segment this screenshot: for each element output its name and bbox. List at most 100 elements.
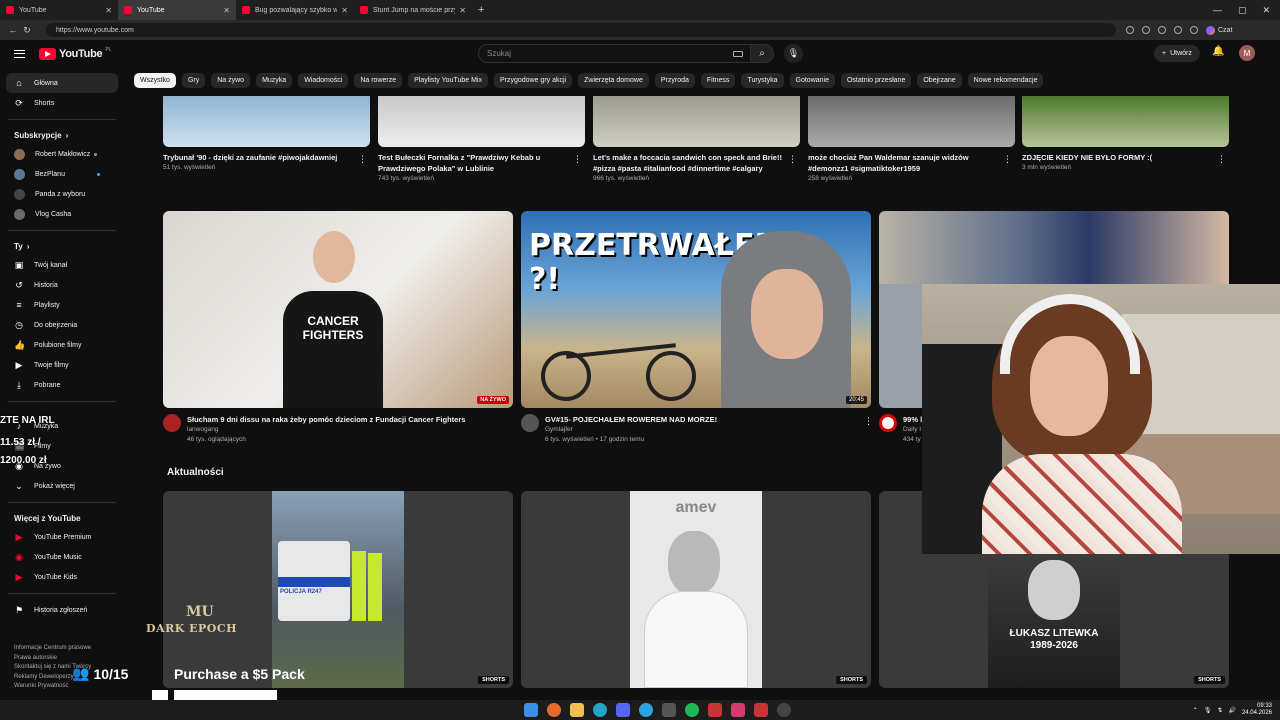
search-input[interactable]: Szukaj xyxy=(478,44,752,63)
video-thumbnail[interactable] xyxy=(163,96,370,147)
filter-chip[interactable]: Zwierzęta domowe xyxy=(578,73,649,88)
browser-tab[interactable]: YouTube ✕ xyxy=(0,0,118,20)
copilot-button[interactable]: Czat xyxy=(1206,25,1232,35)
notifications-bell-icon[interactable]: 🔔 xyxy=(1212,46,1224,57)
filter-chip[interactable]: Fitness xyxy=(700,73,736,88)
sidebar-item-playlists[interactable]: ≡ Playlisty xyxy=(0,295,124,315)
more-options-icon[interactable]: ⋮ xyxy=(1217,154,1226,165)
filter-chip[interactable]: Na rowerze xyxy=(354,73,403,88)
subscriptions-header[interactable]: Subskrypcje › xyxy=(0,126,124,144)
extension-icon[interactable] xyxy=(1142,26,1150,34)
app-icon[interactable] xyxy=(754,703,768,717)
account-avatar[interactable]: M xyxy=(1239,45,1255,61)
video-card[interactable]: GV#15- POJECHAŁEM ROWEREM NAD MORZE! Gym… xyxy=(545,414,845,445)
video-thumbnail[interactable] xyxy=(1022,96,1229,147)
app-icon[interactable] xyxy=(731,703,745,717)
sidebar-item-home[interactable]: ⌂ Główna xyxy=(6,73,118,93)
more-options-icon[interactable]: ⋮ xyxy=(864,416,873,427)
maximize-icon[interactable]: ▢ xyxy=(1238,5,1247,16)
filter-chip[interactable]: Muzyka xyxy=(256,73,293,88)
sidebar-item-history[interactable]: ↺ Historia xyxy=(0,275,124,295)
browser-tab-active[interactable]: YouTube ✕ xyxy=(118,0,236,20)
filter-chip[interactable]: Gotowanie xyxy=(789,73,835,88)
browser-tab[interactable]: Stunt Jump na moście przy zabłoc✕ xyxy=(354,0,472,20)
folder-icon[interactable] xyxy=(570,703,584,717)
video-card[interactable]: 99% l Daily I 434 ty xyxy=(903,414,923,445)
browser-tab[interactable]: Bug pozwalający szybko wejść na✕ xyxy=(236,0,354,20)
extension-icon[interactable] xyxy=(1158,26,1166,34)
minimize-icon[interactable]: — xyxy=(1213,5,1222,16)
sidebar-item-your-videos[interactable]: ▶ Twoje filmy xyxy=(0,355,124,375)
profile-icon[interactable] xyxy=(1190,26,1198,34)
sidebar-item-downloads[interactable]: ⤓ Pobrane xyxy=(0,375,124,395)
back-icon[interactable]: ← xyxy=(6,25,20,35)
app-icon[interactable] xyxy=(662,703,676,717)
filter-chip[interactable]: Playlisty YouTube Mix xyxy=(408,73,488,88)
firefox-icon[interactable] xyxy=(547,703,561,717)
url-field[interactable]: https://www.youtube.com xyxy=(46,23,1116,37)
close-icon[interactable]: ✕ xyxy=(223,6,230,15)
video-card[interactable]: ZDJĘCIE KIEDY NIE BYŁO FORMY :(3 mln wyś… xyxy=(1022,152,1212,173)
search-button[interactable]: ⌕ xyxy=(750,44,774,63)
channel-avatar[interactable] xyxy=(879,414,897,432)
filter-chip[interactable]: Wiadomości xyxy=(298,73,349,88)
filter-chip[interactable]: Nowe rekomendacje xyxy=(967,73,1044,88)
filter-chip[interactable]: Turystyka xyxy=(741,73,784,88)
filter-chip[interactable]: Przyroda xyxy=(654,73,695,88)
menu-icon[interactable] xyxy=(14,50,25,58)
sidebar-item-report-history[interactable]: ⚑ Historia zgłoszeń xyxy=(0,600,124,620)
channel-avatar[interactable] xyxy=(521,414,539,432)
youtube-logo[interactable]: YouTube PL xyxy=(39,47,111,60)
sidebar-item-subscription[interactable]: BezPlanu xyxy=(0,164,124,184)
sidebar-item-subscription[interactable]: Robert Makłowicz xyxy=(0,144,124,164)
close-icon[interactable]: ✕ xyxy=(341,6,348,15)
sidebar-item-subscription[interactable]: Panda z wyboru xyxy=(0,184,124,204)
sidebar-item-youtube-kids[interactable]: ▶ YouTube Kids xyxy=(0,567,124,587)
sidebar-show-more[interactable]: ⌄ Pokaż więcej xyxy=(0,476,124,496)
video-thumbnail[interactable] xyxy=(879,211,1229,284)
network-icon[interactable]: ⇅ xyxy=(1217,707,1222,714)
sidebar-item-your-channel[interactable]: ▣ Twój kanał xyxy=(0,255,124,275)
new-tab-button[interactable]: + xyxy=(478,4,484,16)
spotify-icon[interactable] xyxy=(685,703,699,717)
clock[interactable]: 09:33 24.04.2026 xyxy=(1242,703,1272,717)
keyboard-icon[interactable] xyxy=(733,50,743,57)
you-header[interactable]: Ty › xyxy=(0,237,124,255)
sidebar-item-subscription[interactable]: Vlog Casha xyxy=(0,204,124,224)
obs-icon[interactable] xyxy=(777,703,791,717)
more-options-icon[interactable]: ⋮ xyxy=(358,154,367,165)
filter-chip[interactable]: Wszystko xyxy=(134,73,176,88)
filter-chip[interactable]: Na żywo xyxy=(211,73,251,88)
more-options-icon[interactable]: ⋮ xyxy=(573,154,582,165)
chevron-up-icon[interactable]: ⌃ xyxy=(1193,707,1198,714)
microphone-icon[interactable]: 🎙 xyxy=(1204,707,1212,714)
favorites-icon[interactable] xyxy=(1174,26,1182,34)
extension-icon[interactable] xyxy=(1126,26,1134,34)
video-thumbnail[interactable] xyxy=(808,96,1015,147)
more-options-icon[interactable]: ⋮ xyxy=(788,154,797,165)
video-card[interactable]: Słucham 9 dni dissu na raka żeby pomóc d… xyxy=(187,414,487,445)
channel-avatar[interactable] xyxy=(163,414,181,432)
more-options-icon[interactable]: ⋮ xyxy=(1003,154,1012,165)
filter-chip[interactable]: Ostatnio przesłane xyxy=(840,73,912,88)
volume-icon[interactable]: 🔊 xyxy=(1228,707,1235,714)
shorts-thumbnail[interactable]: amev SHORTS xyxy=(521,491,871,688)
reload-icon[interactable]: ↻ xyxy=(20,25,34,36)
windows-start-icon[interactable] xyxy=(524,703,538,717)
video-thumbnail[interactable] xyxy=(378,96,585,147)
sidebar-item-shorts[interactable]: ⟳ Shorts xyxy=(0,93,124,113)
shorts-thumbnail[interactable]: POLICJA R247 SHORTS xyxy=(163,491,513,688)
sidebar-item-youtube-music[interactable]: ◉ YouTube Music xyxy=(0,547,124,567)
close-icon[interactable]: ✕ xyxy=(105,6,112,15)
video-thumbnail[interactable] xyxy=(593,96,800,147)
close-window-icon[interactable]: ✕ xyxy=(1262,5,1270,16)
telegram-icon[interactable] xyxy=(639,703,653,717)
video-card[interactable]: Trybunał '90 - dzięki za zaufanie #piwoj… xyxy=(163,152,359,173)
sidebar-item-youtube-premium[interactable]: ▶ YouTube Premium xyxy=(0,527,124,547)
voice-search-button[interactable]: 🎙 xyxy=(784,44,803,63)
edge-icon[interactable] xyxy=(593,703,607,717)
video-card[interactable]: Test Bułeczki Fornalka z "Prawdziwy Keba… xyxy=(378,152,568,184)
video-thumbnail[interactable]: PRZETRWAŁEM ?! 20:45 xyxy=(521,211,871,408)
video-thumbnail-lower[interactable] xyxy=(879,284,922,408)
filter-chip[interactable]: Gry xyxy=(181,73,206,88)
